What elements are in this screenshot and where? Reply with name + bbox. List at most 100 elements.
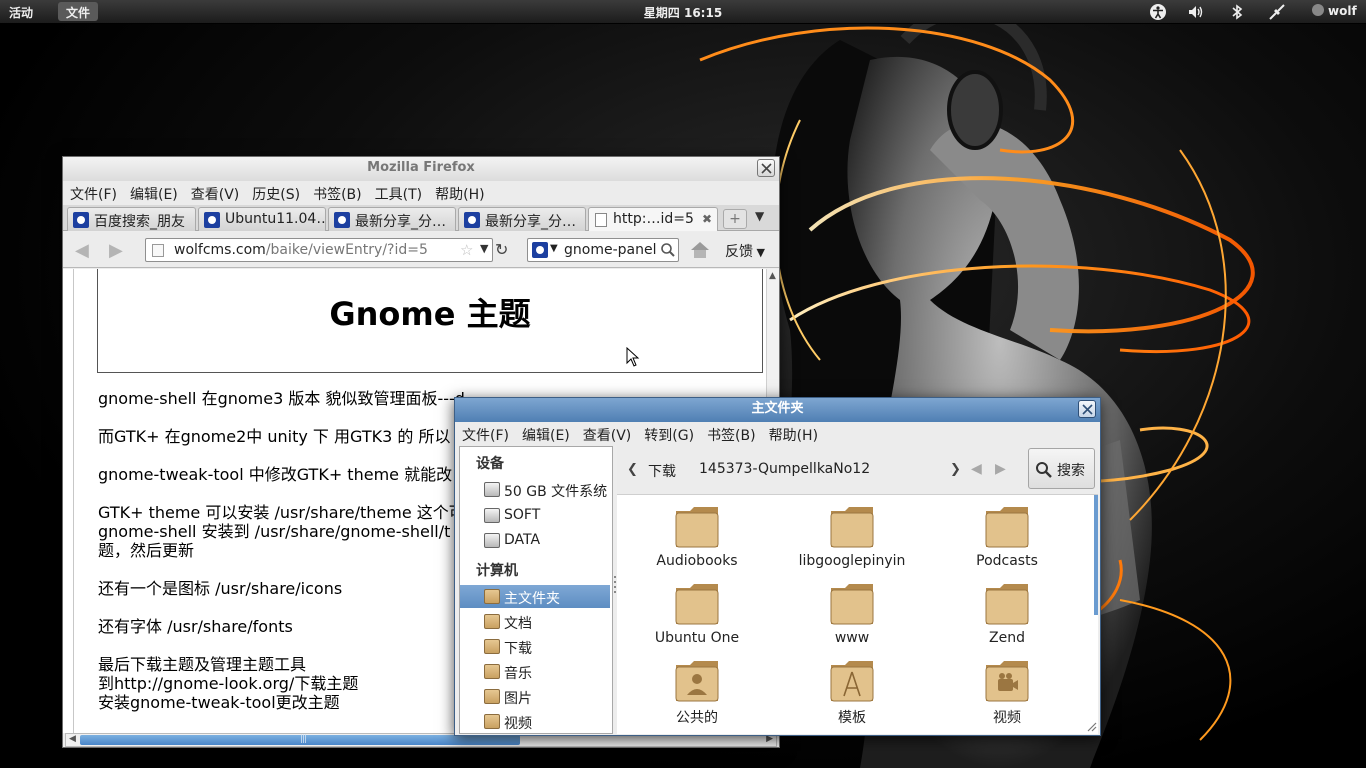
- user-menu[interactable]: wolf: [1312, 4, 1357, 18]
- sidebar-item-label: 视频: [504, 716, 532, 732]
- bookmark-star-icon[interactable]: ☆: [460, 241, 473, 259]
- file-item-public[interactable]: 公共的: [622, 653, 772, 729]
- menu-bookmarks[interactable]: 书签(B): [700, 422, 762, 445]
- feedback-chevron-icon: ▼: [753, 246, 765, 259]
- article-paragraph: GTK+ theme 可以安装 /usr/share/theme 这个可 gno…: [98, 503, 465, 560]
- back-arrow-icon[interactable]: ◀: [75, 240, 95, 261]
- back-arrow-icon[interactable]: ◀: [971, 461, 982, 477]
- view-scrollbar[interactable]: [1094, 495, 1098, 615]
- tab-label: Ubuntu11.04…: [225, 211, 326, 227]
- file-item-www[interactable]: www: [777, 576, 927, 652]
- home-folder-icon: [484, 589, 500, 604]
- user-status-icon: [1312, 4, 1324, 16]
- file-manager-menubar: 文件(F) 编辑(E) 查看(V) 转到(G) 书签(B) 帮助(H): [455, 422, 1100, 446]
- search-button[interactable]: 搜索: [1028, 448, 1095, 489]
- forward-arrow-icon[interactable]: ▶: [109, 240, 129, 261]
- url-bar[interactable]: wolfcms.com/baike/viewEntry/?id=5 ☆ ▼: [145, 238, 493, 262]
- menu-bookmarks[interactable]: 书签(B): [306, 181, 368, 204]
- scroll-left-arrow-icon[interactable]: ◀: [69, 734, 76, 744]
- sidebar-item-music[interactable]: 音乐: [460, 660, 610, 683]
- menu-go[interactable]: 转到(G): [637, 422, 700, 445]
- sidebar-item-pictures[interactable]: 图片: [460, 685, 610, 708]
- url-history-chevron-icon[interactable]: ▼: [480, 242, 488, 255]
- accessibility-icon[interactable]: [1149, 3, 1167, 21]
- network-icon[interactable]: [1268, 3, 1286, 21]
- home-icon[interactable]: [689, 240, 711, 260]
- feedback-label: 反馈: [725, 244, 753, 260]
- sidebar-item-documents[interactable]: 文档: [460, 610, 610, 633]
- file-item-ubuntu-one[interactable]: Ubuntu One: [622, 576, 772, 652]
- sidebar-header-computer: 计算机: [476, 563, 518, 579]
- menu-edit[interactable]: 编辑(E): [123, 181, 184, 204]
- sidebar-item-data[interactable]: DATA: [460, 529, 610, 552]
- close-button[interactable]: [757, 159, 775, 177]
- tab-bar: 百度搜索_朋友 Ubuntu11.04… 最新分享_分… 最新分享_分… htt…: [63, 205, 779, 231]
- file-label: www: [834, 630, 870, 646]
- volume-icon[interactable]: [1187, 3, 1205, 21]
- folder-icon: [830, 584, 874, 625]
- search-engine-chevron-icon[interactable]: ▼: [550, 243, 558, 254]
- scroll-up-arrow-icon[interactable]: ▲: [769, 271, 776, 281]
- scrollbar-thumb[interactable]: |||: [80, 734, 520, 745]
- title-box: Gnome 主题: [97, 269, 763, 373]
- tab-share-1[interactable]: 最新分享_分…: [328, 207, 456, 231]
- file-item-templates[interactable]: 模板: [777, 653, 927, 729]
- sidebar-item-home[interactable]: 主文件夹: [460, 585, 610, 608]
- menu-file[interactable]: 文件(F): [63, 181, 123, 204]
- menu-view[interactable]: 查看(V): [576, 422, 638, 445]
- file-item-libgooglepinyin[interactable]: libgooglepinyin: [777, 499, 927, 575]
- tab-share-2[interactable]: 最新分享_分…: [458, 207, 586, 231]
- path-crumb-current[interactable]: 145373-QumpellkaNo12: [699, 461, 870, 477]
- tab-ubuntu[interactable]: Ubuntu11.04…: [198, 207, 326, 231]
- sidebar-item-soft[interactable]: SOFT: [460, 504, 610, 527]
- scrollbar-thumb[interactable]: [612, 447, 613, 647]
- reload-icon[interactable]: ↻: [495, 240, 508, 259]
- resize-grip-icon[interactable]: [1085, 720, 1097, 732]
- path-crumb-downloads[interactable]: 下载: [648, 461, 676, 481]
- menu-file[interactable]: 文件(F): [455, 422, 515, 445]
- tab-list-chevron-icon[interactable]: ▼: [755, 209, 764, 223]
- tab-baidu[interactable]: 百度搜索_朋友: [67, 207, 196, 231]
- search-icon[interactable]: [660, 242, 676, 258]
- url-text: wolfcms.com/baike/viewEntry/?id=5: [174, 242, 428, 258]
- sidebar-item-label: 音乐: [504, 666, 532, 682]
- menu-help[interactable]: 帮助(H): [762, 422, 824, 445]
- sidebar-item-downloads[interactable]: 下载: [460, 635, 610, 658]
- sidebar-item-label: 下载: [504, 641, 532, 657]
- search-box[interactable]: ▼ gnome-panel: [527, 238, 679, 262]
- window-title: Mozilla Firefox: [367, 160, 475, 175]
- folder-icon: [675, 507, 719, 548]
- close-button[interactable]: [1078, 400, 1096, 418]
- file-manager-titlebar[interactable]: 主文件夹: [455, 398, 1100, 422]
- menu-tools[interactable]: 工具(T): [368, 181, 428, 204]
- sidebar-item-videos[interactable]: 视频: [460, 710, 610, 733]
- file-item-podcasts[interactable]: Podcasts: [932, 499, 1082, 575]
- file-item-audiobooks[interactable]: Audiobooks: [622, 499, 772, 575]
- menu-help[interactable]: 帮助(H): [428, 181, 490, 204]
- file-label: Audiobooks: [656, 553, 738, 569]
- search-input[interactable]: gnome-panel: [564, 242, 656, 258]
- bluetooth-icon[interactable]: [1228, 3, 1246, 21]
- firefox-titlebar[interactable]: Mozilla Firefox: [63, 157, 779, 181]
- menu-history[interactable]: 历史(S): [245, 181, 306, 204]
- sidebar-item-label: 主文件夹: [504, 591, 560, 607]
- file-item-zend[interactable]: Zend: [932, 576, 1082, 652]
- path-left-chevron-icon[interactable]: ❮: [627, 462, 638, 477]
- tab-wolfcms[interactable]: http:…id=5 ✖: [588, 207, 718, 231]
- videos-folder-icon: [985, 661, 1029, 702]
- tab-close-icon[interactable]: ✖: [702, 212, 712, 226]
- page-icon: [152, 244, 164, 257]
- menu-view[interactable]: 查看(V): [184, 181, 246, 204]
- file-label: 模板: [838, 710, 866, 726]
- search-engine-icon[interactable]: [532, 242, 548, 258]
- sidebar-item-filesystem[interactable]: 50 GB 文件系统: [460, 478, 610, 501]
- file-item-videos[interactable]: 视频: [932, 653, 1082, 729]
- folder-icon: [675, 584, 719, 625]
- article-paragraph: gnome-shell 在gnome3 版本 貌似致管理面板---d: [98, 389, 465, 408]
- drive-icon: [484, 508, 500, 523]
- new-tab-button[interactable]: +: [723, 209, 747, 229]
- path-right-chevron-icon[interactable]: ❯: [950, 462, 961, 477]
- menu-edit[interactable]: 编辑(E): [515, 422, 576, 445]
- feedback-button[interactable]: 反馈 ▼: [725, 241, 765, 261]
- forward-arrow-icon[interactable]: ▶: [995, 461, 1006, 477]
